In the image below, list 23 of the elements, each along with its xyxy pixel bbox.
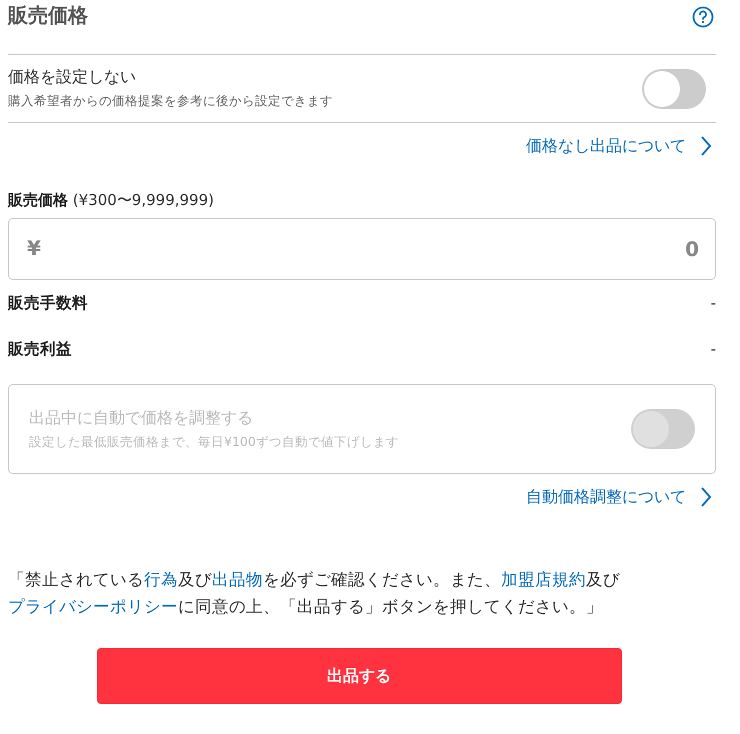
info-link[interactable]: 価格なし出品について: [526, 136, 686, 156]
toggle-label: 価格を設定しない: [8, 67, 137, 88]
submit-button[interactable]: 出品する: [96, 648, 622, 704]
field-label: 販売価格 (¥300〜9,999,999): [8, 191, 215, 210]
summary-value: -: [710, 294, 716, 312]
policy-link[interactable]: 出品物: [212, 570, 263, 589]
chevron-right-icon: [700, 135, 712, 157]
consent-notice: 「禁止されている行為及び出品物 を必ずご確認ください。また、加盟店規約及び プライバシーポリシー に同意の上、「出品する」ボタンを押してください。」: [8, 569, 621, 618]
section-title: 販売価格: [8, 2, 88, 29]
toggle-label: 出品中に自動で価格を調整する: [29, 408, 254, 428]
toggle-switch[interactable]: [642, 68, 706, 108]
info-link[interactable]: 自動価格調整について: [526, 486, 686, 508]
policy-link[interactable]: 加盟店規約: [501, 570, 586, 589]
toggle-description: 購入希望者からの価格提案を参考に後から設定できます: [8, 93, 333, 110]
help-icon[interactable]: [692, 6, 714, 28]
summary-label: 販売手数料: [8, 292, 88, 314]
currency-symbol: ¥: [27, 236, 41, 260]
policy-link[interactable]: 行為: [144, 570, 178, 589]
policy-link[interactable]: プライバシーポリシー: [8, 597, 178, 616]
summary-label: 販売利益: [8, 338, 72, 360]
summary-value: -: [710, 340, 716, 358]
chevron-right-icon: [700, 486, 712, 508]
toggle-description: 設定した最低販売価格まで、毎日¥100ずつ自動で値下げします: [29, 434, 399, 450]
